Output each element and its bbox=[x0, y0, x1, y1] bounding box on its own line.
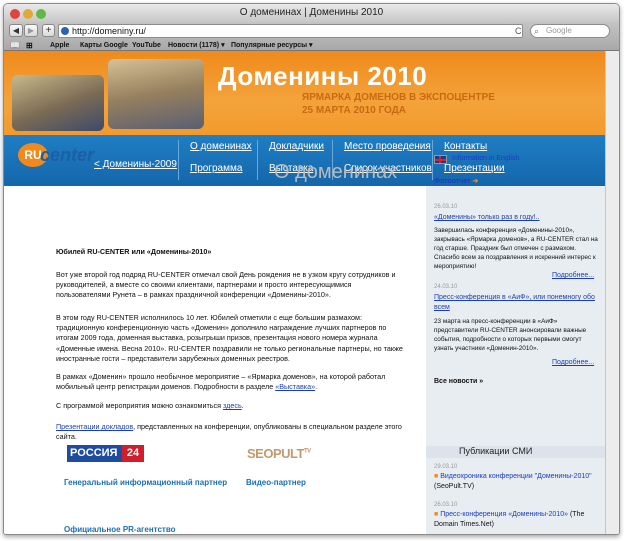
close-button[interactable] bbox=[10, 9, 20, 19]
photoreport-link[interactable]: Фотоотчет ➔ bbox=[434, 177, 599, 187]
bookmark-google-maps[interactable]: Карты Google bbox=[80, 40, 128, 51]
exhibition-link[interactable]: «Выставка» bbox=[275, 382, 315, 391]
video-partner-label: Видео-партнер bbox=[246, 478, 306, 487]
address-field[interactable]: http://domeniny.ru/ bbox=[58, 24, 523, 38]
scrollbar[interactable] bbox=[605, 51, 619, 534]
grid-icon[interactable]: ⊞ bbox=[26, 40, 33, 51]
banner-subtitle-line2: 25 МАРТА 2010 ГОДА bbox=[302, 105, 407, 116]
toolbar: ◀ ▶ + http://domeniny.ru/ C ⌕ Google bbox=[4, 22, 619, 40]
news-title-link[interactable]: «Доменины» только раз в году!.. bbox=[434, 213, 599, 223]
page-content: Доменины 2010 ЯРМАРКА ДОМЕНОВ В ЭКСПОЦЕН… bbox=[4, 51, 605, 534]
media-heading: Публикации СМИ bbox=[459, 446, 533, 456]
photoreport-label: Фотоотчет bbox=[434, 178, 471, 185]
browser-window: О доменинах | Доменины 2010 ◀ ▶ + http:/… bbox=[3, 3, 620, 535]
add-bookmark-button[interactable]: + bbox=[42, 24, 55, 37]
news-title-link[interactable]: Пресс-конференция в «АиФ», или понемногу… bbox=[434, 293, 599, 312]
search-placeholder: Google bbox=[546, 26, 572, 35]
seopult-tv: TV bbox=[303, 448, 311, 455]
media-item: ■ Пресс-конференция «Доменины-2010» (The… bbox=[434, 510, 599, 529]
all-news-link[interactable]: Все новости » bbox=[434, 377, 599, 387]
bookmarks-bar: 📖 ⊞ Apple Карты Google YouTube Новости (… bbox=[4, 40, 619, 51]
news-date: 24.03.10 bbox=[434, 284, 458, 290]
bookmark-news[interactable]: Новости (1178) ▾ bbox=[168, 40, 225, 51]
reload-icon[interactable]: C bbox=[515, 26, 522, 36]
bookmark-popular[interactable]: Популярные ресурсы ▾ bbox=[231, 40, 313, 51]
media-source: (SeoPult.TV) bbox=[434, 482, 475, 490]
banner-photo bbox=[12, 75, 104, 131]
nav-divider bbox=[178, 140, 179, 180]
article-paragraph: Вот уже второй год подряд RU-CENTER отме… bbox=[56, 270, 396, 300]
window-title: О доменинах | Доменины 2010 bbox=[239, 7, 384, 18]
article-paragraph: С программой мероприятия можно ознакомит… bbox=[56, 401, 404, 411]
bullet-icon: ■ bbox=[434, 511, 439, 518]
nav-contacts[interactable]: Контакты bbox=[444, 141, 487, 152]
news-text: Завершилась конференция «Доменины-2010»,… bbox=[434, 227, 598, 270]
general-partner-label: Генеральный информационный партнер bbox=[64, 478, 228, 487]
nav-prev-year[interactable]: < Доменины-2009 bbox=[94, 159, 177, 170]
nav-about[interactable]: О доменинах bbox=[190, 141, 252, 152]
pr-agency-label: Официальное PR-агентство bbox=[64, 525, 176, 534]
forward-button[interactable]: ▶ bbox=[24, 24, 38, 37]
program-link[interactable]: здесь bbox=[223, 401, 242, 410]
nav-divider bbox=[257, 140, 258, 180]
page-title: О доменинах bbox=[274, 161, 398, 183]
arrow-right-icon: ➔ bbox=[472, 178, 479, 185]
article-paragraph: Презентации докладов, представленных на … bbox=[56, 422, 404, 442]
logo-center: center bbox=[40, 145, 95, 165]
banner-title: Доменины 2010 bbox=[218, 61, 428, 91]
news-date: 26.03.10 bbox=[434, 204, 458, 210]
media-link[interactable]: Видеохроника конференции "Доменины-2010" bbox=[440, 473, 591, 480]
nav-presentations[interactable]: Презентации bbox=[444, 163, 505, 174]
rossiya-logo[interactable]: РОССИЯ bbox=[67, 445, 122, 462]
title-bar: О доменинах | Доменины 2010 bbox=[4, 4, 619, 22]
nav-speakers[interactable]: Докладчики bbox=[269, 141, 324, 152]
url-text: http://domeniny.ru/ bbox=[72, 26, 146, 36]
bookmark-apple[interactable]: Apple bbox=[50, 40, 69, 51]
media-item: ■ Видеохроника конференции "Доменины-201… bbox=[434, 472, 599, 491]
seopult-logo[interactable]: SEOPULTTV bbox=[247, 446, 311, 461]
uk-flag-icon bbox=[434, 155, 447, 164]
banner-photo bbox=[108, 59, 204, 129]
nav-program[interactable]: Программа bbox=[190, 163, 242, 174]
favicon-icon bbox=[61, 27, 69, 35]
bullet-icon: ■ bbox=[434, 473, 439, 480]
banner: Доменины 2010 ЯРМАРКА ДОМЕНОВ В ЭКСПОЦЕН… bbox=[4, 51, 605, 135]
article-text: . bbox=[315, 382, 318, 392]
reading-list-icon[interactable]: 📖 bbox=[10, 40, 20, 51]
rossiya24-logo: 24 bbox=[122, 445, 144, 462]
banner-subtitle-line1: ЯРМАРКА ДОМЕНОВ В ЭКСПОЦЕНТРЕ bbox=[302, 92, 495, 103]
media-link[interactable]: Пресс-конференция «Доменины-2010» bbox=[440, 511, 568, 518]
bookmark-youtube[interactable]: YouTube bbox=[132, 40, 161, 51]
search-field[interactable]: ⌕ Google bbox=[530, 24, 610, 38]
ru-center-logo[interactable]: RU center bbox=[18, 143, 98, 169]
article-text: С программой мероприятия можно ознакомит… bbox=[56, 401, 224, 410]
news-more-link[interactable]: Подробнее... bbox=[552, 271, 605, 281]
article-text: В рамках «Доменин» прошло необычное меро… bbox=[56, 372, 386, 392]
seopult-text: SEOPULT bbox=[247, 446, 304, 461]
article-paragraph: В этом году RU-CENTER исполнилось 10 лет… bbox=[56, 313, 403, 363]
nav-divider bbox=[432, 140, 433, 180]
search-icon: ⌕ bbox=[534, 26, 540, 36]
news-text: 23 марта на пресс-конференции в «АиФ» пр… bbox=[434, 318, 587, 352]
zoom-button[interactable] bbox=[36, 9, 46, 19]
back-button[interactable]: ◀ bbox=[9, 24, 23, 37]
article-heading: Юбилей RU-CENTER или «Доменины-2010» bbox=[56, 247, 212, 256]
article-text: . bbox=[241, 401, 244, 410]
presentations-link[interactable]: Презентации докладов bbox=[56, 422, 133, 431]
article-paragraph: В рамках «Доменин» прошло необычное меро… bbox=[56, 372, 404, 392]
banner-subtitle: ЯРМАРКА ДОМЕНОВ В ЭКСПОЦЕНТРЕ 25 МАРТА 2… bbox=[302, 91, 495, 117]
english-link[interactable]: Information in English bbox=[452, 154, 605, 164]
nav-venue[interactable]: Место проведения bbox=[344, 141, 431, 152]
news-more-link[interactable]: Подробнее... bbox=[552, 358, 605, 368]
minimize-button[interactable] bbox=[23, 9, 33, 19]
